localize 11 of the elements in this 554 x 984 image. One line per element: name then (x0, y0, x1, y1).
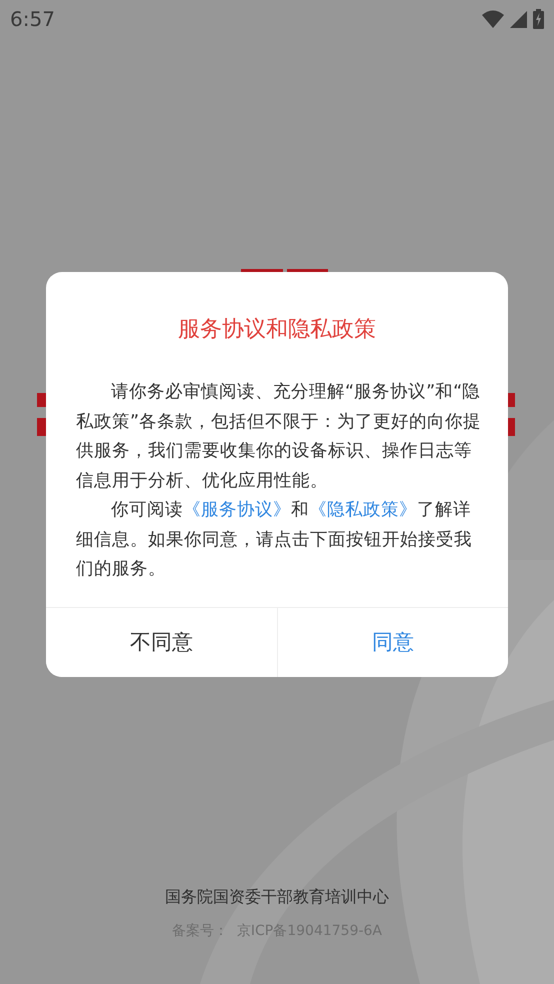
signal-icon (510, 10, 527, 28)
agree-button[interactable]: 同意 (276, 608, 508, 676)
wifi-icon (482, 10, 504, 28)
organization-name: 国务院国资委干部教育培训中心 (165, 887, 389, 908)
paragraph: 请你务必审慎阅读、充分理解“服务协议”和“隐私政策”各条款，包括但不限于：为了更好的向你提供服务，我们需要收集你的设备标识、操作日志等信息用于分析、优化应用性能。 (76, 381, 482, 492)
link[interactable]: 《服务协议》 (183, 500, 291, 520)
paragraph: 你可阅读《服务协议》和《隐私政策》了解详细信息。如果你同意，请点击下面按钮开始接受我们的服务。 (76, 499, 473, 581)
battery-icon (533, 9, 544, 29)
status-time: 6:57 (10, 7, 55, 31)
link[interactable]: 《隐私政策》 (309, 500, 417, 520)
dialog-title: 服务协议和隐私政策 (178, 316, 376, 344)
